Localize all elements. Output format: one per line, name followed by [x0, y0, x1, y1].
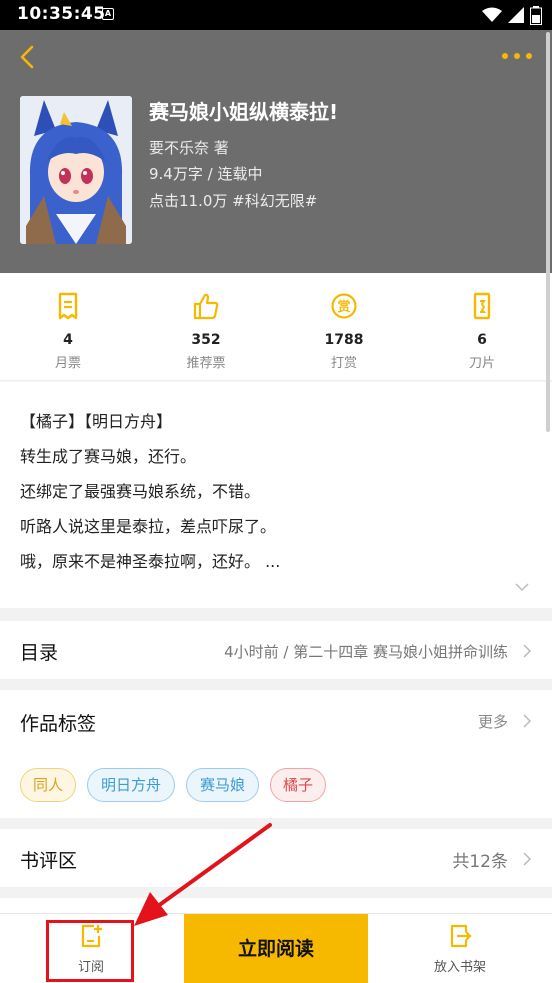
- stat-reward[interactable]: 赏 1788 打赏: [296, 291, 392, 371]
- stat-label: 月票: [54, 356, 81, 371]
- ticket-icon: [58, 292, 78, 320]
- tag-chip[interactable]: 同人: [20, 768, 76, 802]
- stat-recommend[interactable]: 352 推荐票: [158, 291, 254, 371]
- synopsis-line: 转生成了赛马娘，还行。: [20, 447, 197, 466]
- stat-value: 1788: [324, 332, 364, 348]
- tags-more-link[interactable]: 更多: [478, 711, 508, 732]
- reviews-title: 书评区: [20, 850, 78, 872]
- status-bar: 10:35:45 A: [0, 0, 552, 30]
- catalog-row[interactable]: 目录 4小时前 / 第二十四章 赛马娘小姐拼命训练: [0, 621, 552, 679]
- synopsis-line: 听路人说这里是泰拉，差点吓尿了。: [20, 517, 277, 536]
- stat-monthly-ticket[interactable]: 4 月票: [20, 291, 116, 371]
- expand-chevron-icon[interactable]: [514, 582, 530, 592]
- stats-row: 4 月票 352 推荐票 赏 1788 打赏 6 刀片: [0, 273, 552, 381]
- bookshelf-icon: [450, 924, 472, 948]
- system-icons: [482, 5, 542, 25]
- chevron-right-icon: [523, 852, 532, 866]
- more-options-icon[interactable]: [500, 48, 534, 64]
- book-clicks-category: 点击11.0万 #科幻无限#: [149, 192, 318, 210]
- blade-icon: [473, 292, 491, 320]
- chevron-right-icon: [523, 644, 532, 658]
- synopsis-line: 【橘子】【明日方舟】: [20, 412, 173, 431]
- book-title: 赛马娘小姐纵横泰拉!: [149, 100, 339, 124]
- latest-chapter: 4小时前 / 第二十四章 赛马娘小姐拼命训练: [224, 643, 508, 661]
- synopsis-line: 还绑定了最强赛马娘系统，不错。: [20, 482, 261, 501]
- highlight-box: [46, 920, 134, 982]
- tags-section: 作品标签 更多 同人 明日方舟 赛马娘 橘子: [0, 690, 552, 818]
- stat-value: 6: [477, 332, 487, 348]
- stat-value: 4: [63, 332, 73, 348]
- add-to-shelf-button[interactable]: 放入书架: [410, 922, 510, 980]
- svg-text:赏: 赏: [337, 299, 350, 315]
- scrollbar[interactable]: [546, 32, 550, 432]
- cover-illustration: [20, 96, 132, 244]
- book-cover[interactable]: [20, 96, 132, 244]
- book-synopsis[interactable]: 【橘子】【明日方舟】 转生成了赛马娘，还行。 还绑定了最强赛马娘系统，不错。 听…: [0, 382, 552, 608]
- catalog-title: 目录: [20, 642, 59, 664]
- stat-blade[interactable]: 6 刀片: [434, 291, 530, 371]
- wifi-icon: [482, 7, 502, 22]
- notification-a-icon: A: [102, 8, 114, 20]
- signal-icon: [508, 7, 524, 23]
- tag-chip[interactable]: 明日方舟: [87, 768, 175, 802]
- add-to-shelf-label: 放入书架: [433, 960, 486, 975]
- read-now-button[interactable]: 立即阅读: [184, 914, 368, 983]
- book-word-count: 9.4万字 / 连载中: [149, 165, 263, 183]
- stat-label: 刀片: [468, 356, 495, 371]
- tag-chip[interactable]: 赛马娘: [186, 768, 259, 802]
- tags-title: 作品标签: [20, 713, 97, 735]
- stat-label: 推荐票: [186, 356, 226, 371]
- status-time: 10:35:45: [17, 4, 106, 24]
- next-section-peek: [0, 898, 552, 913]
- tag-chip[interactable]: 橘子: [270, 768, 326, 802]
- reviews-count: 共12条: [452, 852, 508, 872]
- stat-label: 打赏: [330, 356, 357, 371]
- stat-value: 352: [191, 332, 221, 348]
- reviews-row[interactable]: 书评区 共12条: [0, 829, 552, 887]
- synopsis-line: 哦，原来不是神圣泰拉啊，还好。 ...: [20, 552, 281, 571]
- book-header: 赛马娘小姐纵横泰拉! 要不乐奈 著 9.4万字 / 连载中 点击11.0万 #科…: [0, 30, 552, 273]
- chevron-right-icon[interactable]: [522, 713, 532, 729]
- thumbs-up-icon: [193, 293, 219, 320]
- book-author[interactable]: 要不乐奈 著: [149, 137, 229, 158]
- reward-icon: 赏: [331, 293, 357, 319]
- battery-icon: [530, 5, 542, 25]
- back-icon[interactable]: [16, 44, 40, 70]
